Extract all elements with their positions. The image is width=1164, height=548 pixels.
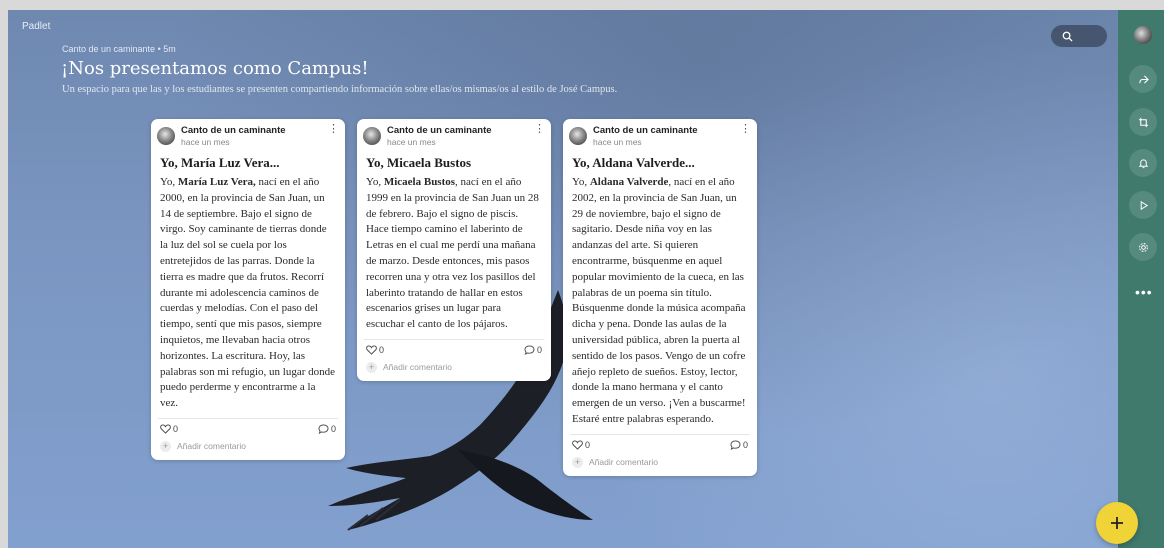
comment-button[interactable]: 0 <box>318 424 336 434</box>
post-author: Canto de un caminante <box>593 125 698 136</box>
post-menu-icon[interactable]: ⋮ <box>534 124 545 135</box>
add-comment-label: Añadir comentario <box>177 441 246 452</box>
avatar <box>569 127 587 145</box>
add-comment-label: Añadir comentario <box>383 362 452 373</box>
post-actions: 0 0 <box>357 340 551 362</box>
add-comment-field[interactable]: + Añadir comentario <box>563 456 757 476</box>
user-avatar[interactable] <box>1134 26 1152 44</box>
post-card[interactable]: Canto de un caminante hace un mes ⋮ Yo, … <box>563 119 757 476</box>
add-comment-label: Añadir comentario <box>589 457 658 468</box>
post-body: Yo, Micaela Bustos, nací en el año 1999 … <box>366 176 539 331</box>
add-post-button[interactable] <box>1096 502 1138 544</box>
post-time: hace un mes <box>387 137 436 147</box>
post-title: Yo, Aldana Valverde... <box>572 155 695 170</box>
more-icon[interactable]: ••• <box>1135 284 1153 300</box>
add-comment-field[interactable]: + Añadir comentario <box>357 361 551 381</box>
avatar <box>157 127 175 145</box>
post-header: Canto de un caminante hace un mes ⋮ <box>151 119 345 149</box>
slideshow-button[interactable] <box>1129 191 1157 219</box>
comment-icon <box>730 440 741 450</box>
settings-icon <box>1138 242 1148 252</box>
remix-button[interactable] <box>1129 108 1157 136</box>
comment-count: 0 <box>742 439 748 450</box>
share-button[interactable] <box>1129 65 1157 93</box>
post-time: hace un mes <box>593 137 642 147</box>
post-title: Yo, María Luz Vera... <box>160 155 280 170</box>
padlet-board: Padlet Canto de un caminante • 5m ¡Nos p… <box>8 10 1164 548</box>
heart-icon <box>160 424 171 434</box>
post-time: hace un mes <box>181 137 230 147</box>
comment-button[interactable]: 0 <box>524 345 542 355</box>
settings-button[interactable] <box>1129 233 1157 261</box>
post-body: Yo, Aldana Valverde, nací en el año 2002… <box>572 176 746 425</box>
plus-icon <box>1111 517 1123 529</box>
heart-icon <box>572 440 583 450</box>
right-toolbar: ••• <box>1118 10 1164 548</box>
post-menu-icon[interactable]: ⋮ <box>740 124 751 135</box>
avatar <box>363 127 381 145</box>
like-count: 0 <box>173 423 179 434</box>
comment-count: 0 <box>536 344 542 355</box>
post-card[interactable]: Canto de un caminante hace un mes ⋮ Yo, … <box>357 119 551 381</box>
like-count: 0 <box>585 439 591 450</box>
post-header: Canto de un caminante hace un mes ⋮ <box>357 119 551 149</box>
bell-icon <box>1138 158 1148 168</box>
comment-icon <box>318 424 329 434</box>
post-header: Canto de un caminante hace un mes ⋮ <box>563 119 757 149</box>
post-author: Canto de un caminante <box>387 125 492 136</box>
add-comment-field[interactable]: + Añadir comentario <box>151 440 345 460</box>
plus-icon: + <box>160 440 171 452</box>
post-menu-icon[interactable]: ⋮ <box>328 124 339 135</box>
like-button[interactable]: 0 <box>572 440 590 450</box>
board-subtitle: Un espacio para que las y los estudiante… <box>62 84 618 95</box>
like-button[interactable]: 0 <box>366 345 384 355</box>
comment-count: 0 <box>330 423 336 434</box>
search-icon <box>1062 31 1073 42</box>
notifications-button[interactable] <box>1129 149 1157 177</box>
like-button[interactable]: 0 <box>160 424 178 434</box>
board-meta: Canto de un caminante • 5m <box>62 44 176 54</box>
play-icon <box>1140 200 1148 210</box>
plus-icon: + <box>366 361 377 373</box>
post-card[interactable]: Canto de un caminante hace un mes ⋮ Yo, … <box>151 119 345 460</box>
comment-button[interactable]: 0 <box>730 440 748 450</box>
padlet-logo[interactable]: Padlet <box>22 21 50 32</box>
heart-icon <box>366 345 377 355</box>
post-actions: 0 0 <box>563 435 757 457</box>
search-button[interactable] <box>1051 25 1107 47</box>
board-title: ¡Nos presentamos como Campus! <box>61 58 369 79</box>
remix-icon <box>1138 117 1148 127</box>
comment-icon <box>524 345 535 355</box>
post-actions: 0 0 <box>151 419 345 441</box>
like-count: 0 <box>379 344 385 355</box>
post-title: Yo, Micaela Bustos <box>366 155 472 170</box>
post-body: Yo, María Luz Vera, nací en el año 2000,… <box>160 176 336 410</box>
post-author: Canto de un caminante <box>181 125 286 136</box>
plus-icon: + <box>572 456 583 468</box>
share-icon <box>1138 74 1149 84</box>
